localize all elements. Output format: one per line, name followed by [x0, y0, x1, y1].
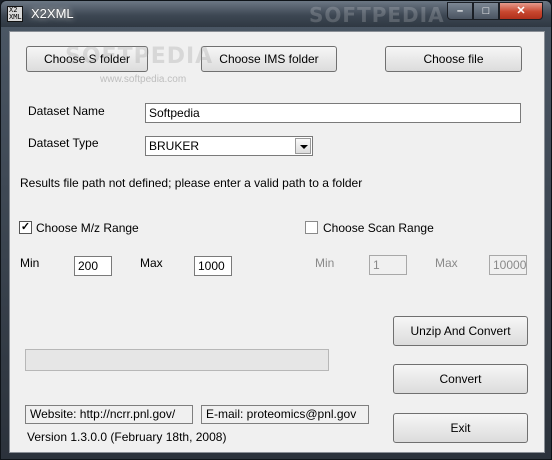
mz-range-checkbox[interactable]: ✓	[19, 221, 32, 234]
unzip-convert-button[interactable]: Unzip And Convert	[393, 316, 528, 346]
choose-ims-folder-button[interactable]: Choose IMS folder	[201, 46, 337, 72]
scan-range-label[interactable]: Choose Scan Range	[323, 221, 434, 235]
maximize-icon: □	[482, 5, 490, 17]
dataset-type-label: Dataset Type	[28, 136, 99, 150]
minimize-button[interactable]: –	[447, 2, 473, 20]
mz-min-input[interactable]: 200	[74, 256, 112, 276]
window-title: X2XML	[31, 6, 74, 21]
scan-max-input[interactable]: 10000	[489, 255, 527, 275]
choose-file-button[interactable]: Choose file	[385, 46, 522, 72]
main-panel: Choose S folder Choose IMS folder Choose…	[9, 31, 545, 453]
minimize-icon: –	[456, 5, 464, 17]
mz-max-label: Max	[140, 256, 163, 270]
exit-button[interactable]: Exit	[393, 413, 528, 443]
version-label: Version 1.3.0.0 (February 18th, 2008)	[27, 430, 227, 444]
app-window: X2 XML X2XML SOFTPEDIA – □ ✕ Choose S fo…	[0, 0, 552, 460]
dataset-type-select[interactable]: BRUKER	[145, 136, 313, 156]
mz-min-label: Min	[20, 256, 40, 270]
scan-min-label: Min	[315, 256, 335, 270]
dataset-type-value: BRUKER	[149, 139, 200, 153]
close-button[interactable]: ✕	[499, 2, 543, 20]
softpedia-url-watermark: www.softpedia.com	[100, 74, 187, 85]
titlebar-watermark: SOFTPEDIA	[309, 3, 445, 27]
status-message: Results file path not defined; please en…	[20, 176, 363, 190]
close-icon: ✕	[516, 5, 526, 17]
mz-range-label[interactable]: Choose M/z Range	[36, 221, 139, 235]
progress-bar	[25, 349, 329, 371]
chevron-down-icon[interactable]	[295, 138, 311, 154]
mz-max-input[interactable]: 1000	[194, 256, 232, 276]
website-box: Website: http://ncrr.pnl.gov/	[25, 405, 193, 424]
softpedia-watermark: SOFTPEDIA	[65, 44, 214, 69]
scan-max-label: Max	[435, 256, 458, 270]
dataset-name-label: Dataset Name	[28, 104, 105, 118]
email-box: E-mail: proteomics@pnl.gov	[201, 405, 369, 424]
scan-min-input[interactable]: 1	[369, 255, 407, 275]
scan-range-checkbox[interactable]	[305, 221, 318, 234]
maximize-button[interactable]: □	[473, 2, 499, 20]
convert-button[interactable]: Convert	[393, 364, 528, 394]
title-bar[interactable]: X2 XML X2XML SOFTPEDIA – □ ✕	[1, 1, 551, 27]
app-icon[interactable]: X2 XML	[7, 6, 23, 22]
dataset-name-input[interactable]: Softpedia	[145, 103, 521, 123]
